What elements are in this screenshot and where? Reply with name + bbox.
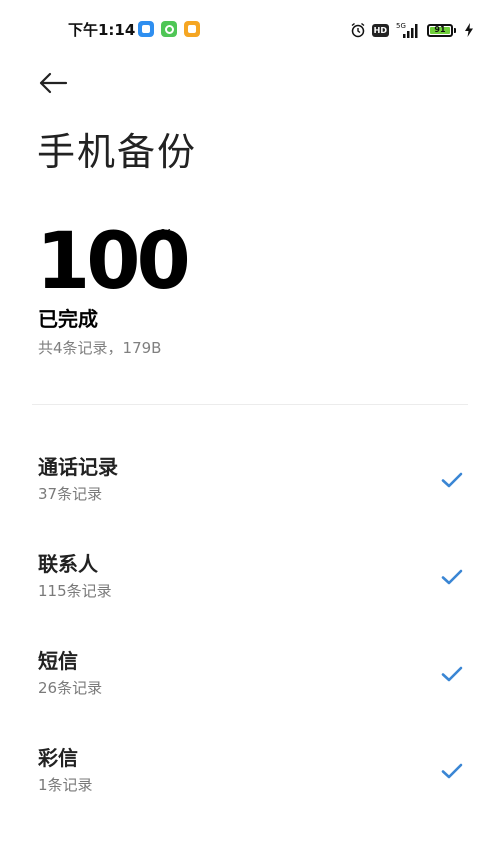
list-item-contacts[interactable]: 联系人 115条记录	[0, 537, 500, 634]
status-right-icons: HD 5G 91	[350, 20, 474, 40]
divider	[32, 404, 468, 405]
backup-list: 通话记录 37条记录 联系人 115条记录 短信 26条记录 彩信 1条记录	[0, 440, 500, 828]
hd-icon: HD	[371, 23, 389, 37]
list-item-call-log[interactable]: 通话记录 37条记录	[0, 440, 500, 537]
item-subtitle: 37条记录	[38, 485, 103, 503]
backup-summary: 共4条记录，179B	[38, 339, 162, 357]
check-icon	[441, 569, 463, 585]
page-title: 手机备份	[37, 130, 198, 174]
item-title: 短信	[38, 649, 78, 673]
item-title: 联系人	[38, 552, 98, 576]
list-item-mms[interactable]: 彩信 1条记录	[0, 731, 500, 828]
check-icon	[441, 472, 463, 488]
battery-icon: 91	[427, 23, 456, 37]
item-subtitle: 26条记录	[38, 679, 103, 697]
item-title: 通话记录	[38, 455, 118, 479]
back-button[interactable]	[36, 68, 70, 98]
alarm-icon	[351, 22, 365, 38]
progress-unit: %	[160, 228, 174, 243]
green-app-icon	[161, 21, 177, 37]
battery-level: 91	[430, 26, 450, 34]
orange-app-icon	[184, 21, 200, 37]
check-icon	[441, 763, 463, 779]
charging-bolt-icon	[465, 23, 473, 37]
notification-icons	[138, 21, 200, 37]
list-item-sms[interactable]: 短信 26条记录	[0, 634, 500, 731]
network-label: 5G	[396, 22, 406, 30]
item-subtitle: 1条记录	[38, 776, 93, 794]
item-title: 彩信	[38, 746, 78, 770]
backup-status: 已完成	[38, 307, 98, 331]
signal-icon: 5G	[396, 22, 418, 38]
blue-app-icon	[138, 21, 154, 37]
progress-display: 100 %	[36, 214, 191, 310]
status-bar: 下午1:14 HD 5G 91	[0, 0, 500, 62]
item-subtitle: 115条记录	[38, 582, 112, 600]
check-icon	[441, 666, 463, 682]
status-time: 下午1:14	[68, 21, 136, 39]
back-arrow-icon	[39, 72, 68, 94]
